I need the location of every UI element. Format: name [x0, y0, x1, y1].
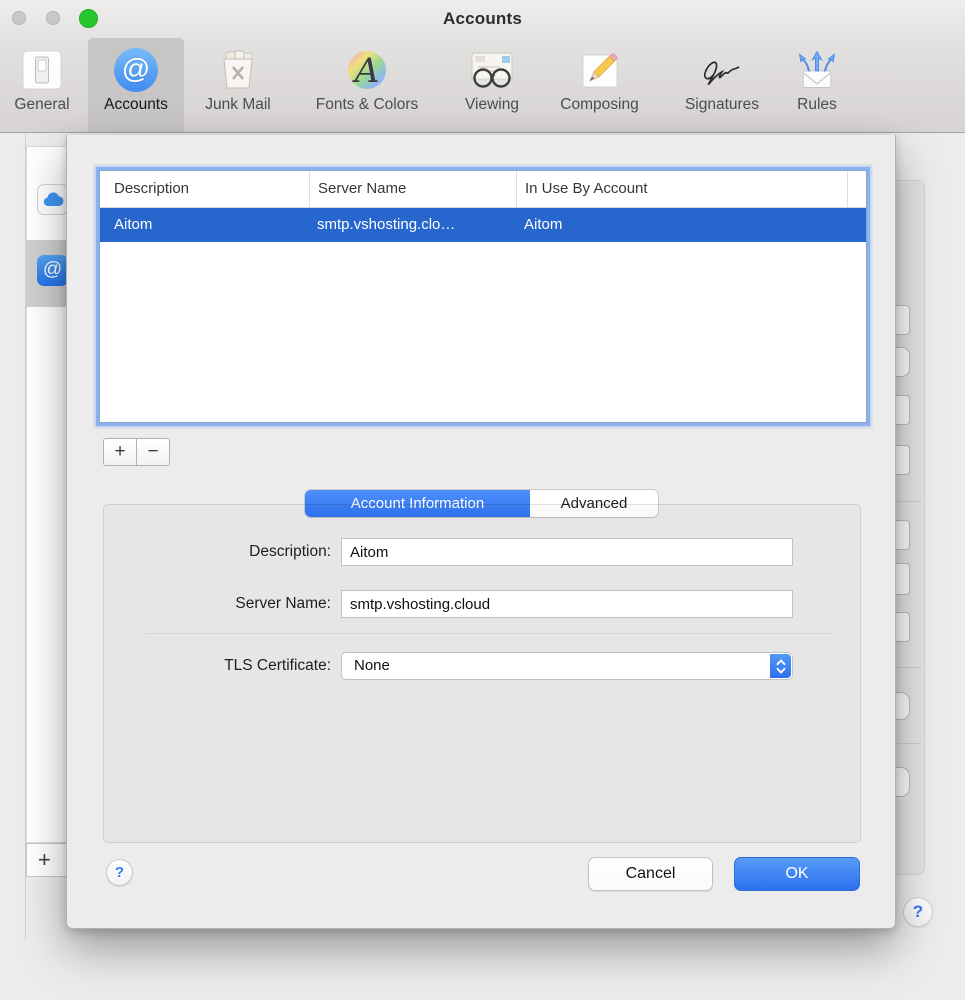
sheet-help-button[interactable]: ? — [106, 859, 133, 886]
toolbar-label-accounts: Accounts — [104, 96, 168, 114]
column-header-in-use-by-account[interactable]: In Use By Account — [516, 171, 847, 207]
toolbar-item-junk-mail[interactable]: Junk Mail — [194, 38, 282, 132]
smtp-server-table[interactable]: Description Server Name In Use By Accoun… — [99, 170, 867, 423]
toolbar-label-junk-mail: Junk Mail — [205, 96, 270, 114]
cell-in-use-by-account: Aitom — [516, 208, 847, 242]
accounts-icon: @ — [113, 47, 159, 93]
table-header: Description Server Name In Use By Accoun… — [100, 171, 866, 208]
column-header-server-name[interactable]: Server Name — [309, 171, 516, 207]
svg-text:A: A — [352, 51, 380, 91]
form-separator — [146, 633, 832, 634]
sidebar-add-account-button: + — [26, 843, 67, 877]
viewing-icon — [469, 47, 515, 93]
background-separator — [897, 743, 921, 744]
server-name-field[interactable] — [341, 590, 793, 618]
cell-description: Aitom — [100, 208, 309, 242]
general-icon — [19, 47, 65, 93]
tls-certificate-select[interactable]: None — [341, 652, 793, 680]
remove-server-button[interactable]: − — [136, 438, 170, 466]
description-label: Description: — [67, 538, 331, 566]
fonts-colors-icon: A — [344, 47, 390, 93]
tls-certificate-label: TLS Certificate: — [67, 652, 331, 680]
column-header-description[interactable]: Description — [100, 171, 309, 207]
background-separator — [897, 667, 921, 668]
rules-icon — [794, 47, 840, 93]
toolbar-item-fonts-colors[interactable]: A Fonts & Colors — [292, 38, 442, 132]
toolbar-label-general: General — [14, 96, 69, 114]
cell-server-name: smtp.vshosting.clo… — [309, 208, 516, 242]
stepper-chevrons-icon — [770, 654, 791, 678]
toolbar-label-fonts-colors: Fonts & Colors — [316, 96, 419, 114]
server-name-label: Server Name: — [67, 590, 331, 618]
add-server-button[interactable]: + — [103, 438, 137, 466]
column-header-spacer — [847, 171, 866, 207]
toolbar-item-signatures[interactable]: Signatures — [667, 38, 777, 132]
smtp-server-sheet: Description Server Name In Use By Accoun… — [66, 135, 896, 929]
composing-icon — [577, 47, 623, 93]
signatures-icon — [699, 47, 745, 93]
toolbar-label-viewing: Viewing — [465, 96, 519, 114]
ok-button[interactable]: OK — [734, 857, 860, 891]
window-title: Accounts — [0, 9, 965, 29]
junk-mail-icon — [215, 47, 261, 93]
toolbar-item-composing[interactable]: Composing — [542, 38, 657, 132]
toolbar-label-signatures: Signatures — [685, 96, 759, 114]
cancel-button[interactable]: Cancel — [588, 857, 713, 891]
background-separator — [897, 501, 921, 502]
toolbar-item-rules[interactable]: Rules — [787, 38, 847, 132]
at-icon: @ — [37, 255, 68, 286]
toolbar-label-composing: Composing — [560, 96, 638, 114]
toolbar-item-viewing[interactable]: Viewing — [452, 38, 532, 132]
toolbar-item-general[interactable]: General — [6, 38, 78, 132]
server-list-controls: + − — [103, 438, 170, 466]
tls-certificate-value: None — [354, 653, 390, 679]
description-field[interactable] — [341, 538, 793, 566]
toolbar-item-accounts[interactable]: @ Accounts — [88, 38, 184, 132]
titlebar: Accounts — [0, 0, 965, 38]
preferences-toolbar: General @ Accounts Junk Mail A Fonts & C… — [0, 38, 965, 133]
toolbar-label-rules: Rules — [797, 96, 837, 114]
window-help-button: ? — [903, 897, 933, 927]
table-row[interactable]: Aitom smtp.vshosting.clo… Aitom — [100, 208, 866, 242]
icloud-icon — [37, 184, 68, 215]
